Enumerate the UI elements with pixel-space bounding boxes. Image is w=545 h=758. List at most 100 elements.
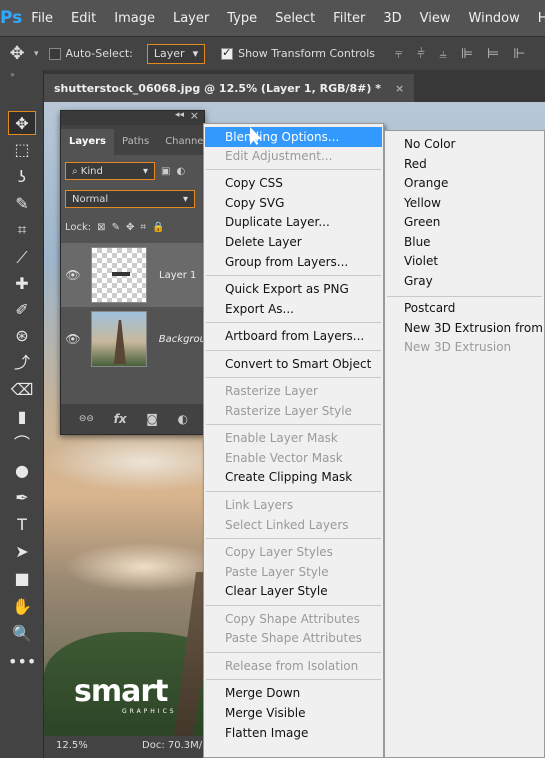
menu-item-artboard-from-layers[interactable]: Artboard from Layers...	[225, 329, 364, 343]
menu-separator	[206, 377, 381, 379]
menu-window[interactable]: Window	[460, 11, 529, 26]
align-right-icon[interactable]: ⊩	[513, 46, 525, 62]
chevron-down-icon[interactable]: ▾	[34, 49, 39, 59]
menu-item-merge-down[interactable]: Merge Down	[225, 686, 300, 700]
mask-icon[interactable]: ◙	[146, 412, 158, 426]
menu-layer[interactable]: Layer	[164, 11, 218, 26]
lock-artboard-icon[interactable]: ⌗	[140, 222, 146, 233]
lock-position-icon[interactable]: ✥	[126, 222, 134, 233]
submenu-item-orange[interactable]: Orange	[404, 176, 448, 190]
menu-item-clear-layer-style[interactable]: Clear Layer Style	[225, 584, 328, 598]
hand-tool-icon[interactable]: ✋	[8, 595, 36, 619]
show-transform-checkbox[interactable]	[221, 46, 234, 60]
submenu-item-red[interactable]: Red	[404, 157, 427, 171]
menu-image[interactable]: Image	[105, 11, 164, 26]
blend-mode-dropdown[interactable]: Normal ▾	[65, 190, 195, 208]
move-tool-icon[interactable]: ✥	[8, 111, 36, 135]
menu-type[interactable]: Type	[218, 11, 266, 26]
menu-edit[interactable]: Edit	[62, 11, 105, 26]
crop-tool-icon[interactable]: ⌗	[8, 218, 36, 242]
path-select-tool-icon[interactable]: ➤	[8, 540, 36, 564]
menu-item-create-clipping-mask[interactable]: Create Clipping Mask	[225, 470, 352, 484]
menu-item-merge-visible[interactable]: Merge Visible	[225, 706, 305, 720]
menu-item-enable-layer-mask: Enable Layer Mask	[225, 431, 338, 446]
menu-item-delete-layer[interactable]: Delete Layer	[225, 235, 302, 249]
menu-item-copy-css[interactable]: Copy CSS	[225, 176, 283, 190]
submenu-item-blue[interactable]: Blue	[404, 235, 431, 249]
align-top-icon[interactable]: ⫧	[395, 46, 403, 62]
submenu-item-no-color[interactable]: No Color	[404, 137, 455, 151]
clone-stamp-tool-icon[interactable]: ⊛	[8, 324, 36, 348]
menu-filter[interactable]: Filter	[324, 11, 374, 26]
tab-paths[interactable]: Paths	[114, 129, 157, 155]
type-tool-icon[interactable]: T	[8, 513, 36, 537]
submenu-item-postcard[interactable]: Postcard	[404, 301, 455, 315]
blur-tool-icon[interactable]: ⌒	[8, 432, 36, 456]
adjustment-icon[interactable]: ◐	[178, 412, 188, 426]
layer-row-background[interactable]: 👁 Backgrou	[61, 307, 206, 371]
submenu-item-green[interactable]: Green	[404, 215, 440, 229]
lasso-tool-icon[interactable]: ʖ	[8, 165, 36, 189]
submenu-item-yellow[interactable]: Yellow	[404, 196, 441, 210]
layer-row-layer-1[interactable]: 👁 Layer 1	[61, 243, 206, 307]
eye-icon[interactable]: 👁	[61, 332, 85, 346]
menu-item-blending-options[interactable]: Blending Options...	[205, 127, 382, 147]
quick-select-tool-icon[interactable]: ✎	[8, 192, 36, 216]
collapse-icon[interactable]: ◂◂	[175, 110, 184, 120]
eye-icon[interactable]: 👁	[61, 268, 85, 282]
auto-select-target-dropdown[interactable]: Layer ▾	[146, 43, 206, 64]
menu-item-duplicate-layer[interactable]: Duplicate Layer...	[225, 215, 330, 229]
eyedropper-tool-icon[interactable]: ⟋	[8, 246, 36, 270]
submenu-item-new-3d-extrusion-from-sel[interactable]: New 3D Extrusion from Sel	[404, 321, 544, 335]
menu-select[interactable]: Select	[266, 11, 324, 26]
link-icon[interactable]: ⊖⊖	[79, 414, 94, 424]
more-tools-icon[interactable]: •••	[8, 650, 36, 674]
menu-item-quick-export-as-png[interactable]: Quick Export as PNG	[225, 282, 349, 296]
history-brush-tool-icon[interactable]: ⤴	[8, 351, 36, 375]
auto-select-checkbox[interactable]	[48, 47, 61, 60]
lock-row: Lock: ⊠ ✎ ✥ ⌗ 🔒	[65, 217, 164, 237]
zoom-tool-icon[interactable]: 🔍	[8, 622, 36, 646]
close-tab-icon[interactable]: ×	[395, 82, 404, 95]
menu-item-convert-to-smart-object[interactable]: Convert to Smart Object	[225, 357, 371, 371]
filter-kind-dropdown[interactable]: ⌕ Kind ▾	[65, 162, 155, 180]
dodge-tool-icon[interactable]: ●	[8, 459, 36, 483]
document-tab[interactable]: shutterstock_06068.jpg @ 12.5% (Layer 1,…	[44, 74, 415, 102]
menu-3d[interactable]: 3D	[374, 11, 410, 26]
menu-item-export-as[interactable]: Export As...	[225, 302, 294, 316]
filter-adjustment-icon[interactable]: ◐	[176, 166, 185, 177]
marquee-tool-icon[interactable]: ⬚	[8, 138, 36, 162]
menu-item-flatten-image[interactable]: Flatten Image	[225, 726, 308, 740]
menu-view[interactable]: View	[411, 11, 460, 26]
lock-paint-icon[interactable]: ✎	[112, 222, 120, 233]
chevron-down-icon: ▾	[182, 193, 188, 205]
menu-he[interactable]: He	[529, 11, 545, 26]
gradient-tool-icon[interactable]: ▮	[8, 405, 36, 429]
align-left-icon[interactable]: ⊫	[461, 46, 473, 62]
pen-tool-icon[interactable]: ✒	[8, 486, 36, 510]
lock-all-icon[interactable]: 🔒	[152, 222, 164, 233]
healing-brush-tool-icon[interactable]: ✚	[8, 272, 36, 296]
show-transform-label: Show Transform Controls	[238, 47, 375, 60]
eraser-tool-icon[interactable]: ⌫	[8, 378, 36, 402]
shape-tool-icon[interactable]: ■	[8, 567, 36, 591]
menu-item-copy-svg[interactable]: Copy SVG	[225, 196, 284, 210]
move-tool-preset-icon[interactable]: ✥	[0, 43, 34, 64]
zoom-level[interactable]: 12.5%	[56, 740, 88, 751]
lock-transparent-icon[interactable]: ⊠	[97, 222, 105, 233]
brush-tool-icon[interactable]: ✐	[8, 298, 36, 322]
submenu-item-gray[interactable]: Gray	[404, 274, 433, 288]
align-bottom-icon[interactable]: ⫨	[439, 46, 447, 62]
align-center-icon[interactable]: ⊨	[487, 46, 499, 62]
menu-item-paste-layer-style: Paste Layer Style	[225, 564, 329, 579]
filter-pixel-icon[interactable]: ▣	[161, 166, 170, 177]
menu-file[interactable]: File	[22, 11, 62, 26]
tab-layers[interactable]: Layers	[61, 129, 114, 155]
submenu-item-violet[interactable]: Violet	[404, 254, 438, 268]
menu-item-group-from-layers[interactable]: Group from Layers...	[225, 255, 348, 269]
close-icon[interactable]: ×	[190, 109, 199, 122]
chevron-down-icon: ▾	[142, 165, 148, 177]
expand-panel-icon[interactable]: »	[10, 70, 15, 79]
fx-icon[interactable]: fx	[114, 412, 127, 426]
align-middle-icon[interactable]: ⫩	[417, 46, 425, 62]
